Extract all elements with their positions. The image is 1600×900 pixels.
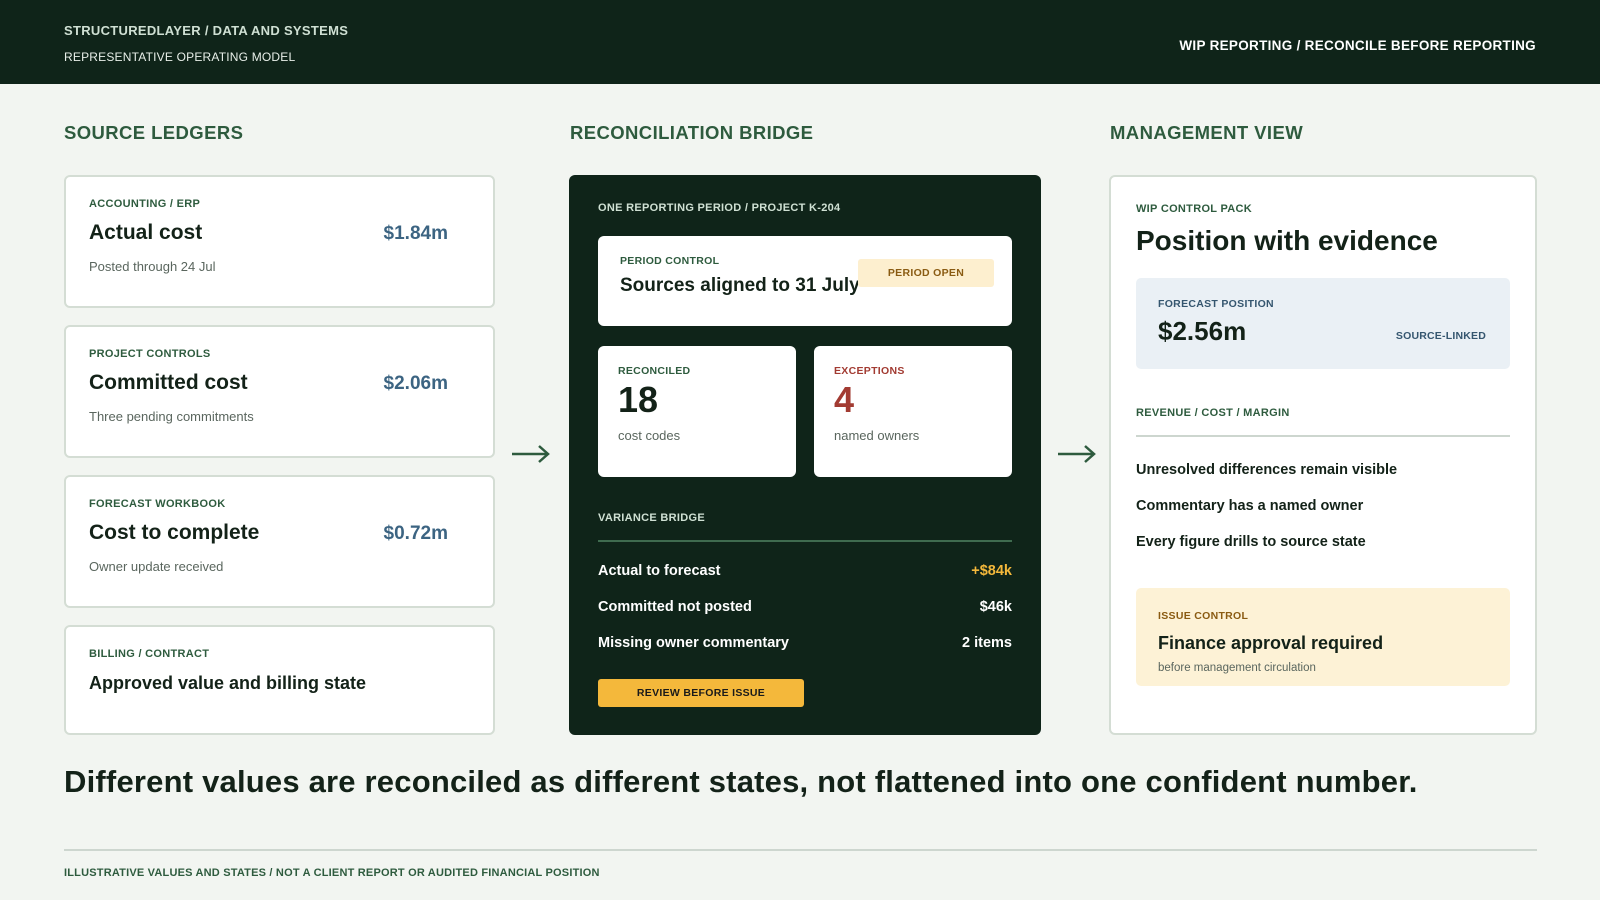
issue-control-title: Finance approval required bbox=[1158, 633, 1384, 653]
tagline: Different values are reconciled as diffe… bbox=[64, 764, 1418, 799]
brand-title: STRUCTUREDLAYER / DATA AND SYSTEMS bbox=[64, 23, 349, 38]
top-header: STRUCTUREDLAYER / DATA AND SYSTEMS REPRE… bbox=[0, 0, 1600, 84]
exceptions-card: EXCEPTIONS 4 named owners bbox=[814, 346, 1012, 477]
ledger-card-cost-to-complete: FORECAST WORKBOOK Cost to complete $0.72… bbox=[64, 475, 495, 608]
reconciliation-bridge-panel: ONE REPORTING PERIOD / PROJECT K-204 PER… bbox=[569, 175, 1041, 735]
issue-control-label: ISSUE CONTROL bbox=[1158, 610, 1249, 622]
ledger-category: PROJECT CONTROLS bbox=[89, 348, 211, 360]
variance-row: Actual to forecast +$84k bbox=[598, 563, 1012, 583]
variance-row-label: Committed not posted bbox=[598, 599, 752, 615]
issue-control-note: before management circulation bbox=[1158, 662, 1316, 674]
context-title: WIP REPORTING / RECONCILE BEFORE REPORTI… bbox=[1179, 38, 1536, 53]
period-control-title: Sources aligned to 31 July bbox=[620, 275, 860, 296]
variance-bridge-label: VARIANCE BRIDGE bbox=[598, 512, 705, 524]
principle-item: Commentary has a named owner bbox=[1136, 498, 1364, 514]
variance-row-value: $46k bbox=[979, 599, 1012, 615]
forecast-value: $2.56m bbox=[1158, 316, 1247, 346]
exceptions-caption: named owners bbox=[834, 428, 920, 443]
variance-row-label: Actual to forecast bbox=[598, 563, 721, 579]
reconciled-card: RECONCILED 18 cost codes bbox=[598, 346, 796, 477]
management-view-heading: MANAGEMENT VIEW bbox=[1110, 122, 1304, 143]
variance-row-value: 2 items bbox=[962, 635, 1012, 651]
ledger-name: Committed cost bbox=[89, 371, 248, 394]
variance-divider bbox=[598, 540, 1012, 542]
exceptions-count: 4 bbox=[834, 379, 855, 420]
reconciliation-bridge-heading: RECONCILIATION BRIDGE bbox=[570, 122, 814, 143]
principle-item: Every figure drills to source state bbox=[1136, 534, 1366, 550]
period-control-label: PERIOD CONTROL bbox=[620, 255, 720, 267]
ledger-card-actual-cost: ACCOUNTING / ERP Actual cost $1.84m Post… bbox=[64, 175, 495, 308]
rcm-divider bbox=[1136, 435, 1510, 437]
forecast-label: FORECAST POSITION bbox=[1158, 298, 1274, 310]
ledger-amount: $0.72m bbox=[383, 523, 448, 544]
variance-row: Missing owner commentary 2 items bbox=[598, 635, 1012, 655]
management-view-card: WIP CONTROL PACK Position with evidence … bbox=[1109, 175, 1537, 735]
source-ledgers-heading: SOURCE LEDGERS bbox=[64, 122, 244, 143]
ledger-note: Three pending commitments bbox=[89, 409, 254, 424]
reconciled-count: 18 bbox=[618, 379, 659, 420]
ledger-amount: $1.84m bbox=[383, 223, 448, 244]
ledger-name: Cost to complete bbox=[89, 521, 260, 544]
wip-pack-label: WIP CONTROL PACK bbox=[1136, 203, 1253, 215]
arrow-right-icon bbox=[1058, 445, 1096, 463]
revenue-cost-margin-label: REVENUE / COST / MARGIN bbox=[1136, 407, 1290, 419]
ledger-note: Owner update received bbox=[89, 559, 224, 574]
arrow-right-icon bbox=[512, 445, 550, 463]
review-before-issue-button[interactable]: REVIEW BEFORE ISSUE bbox=[598, 679, 804, 707]
ledger-name: Approved value and billing state bbox=[89, 673, 367, 693]
period-label: ONE REPORTING PERIOD / PROJECT K-204 bbox=[598, 202, 841, 214]
variance-row: Committed not posted $46k bbox=[598, 599, 1012, 619]
ledger-name: Actual cost bbox=[89, 221, 203, 244]
ledger-note: Posted through 24 Jul bbox=[89, 259, 216, 274]
issue-control-box: ISSUE CONTROL Finance approval required … bbox=[1136, 588, 1510, 686]
exceptions-label: EXCEPTIONS bbox=[834, 365, 905, 377]
reconciled-label: RECONCILED bbox=[618, 365, 691, 377]
principle-item: Unresolved differences remain visible bbox=[1136, 462, 1398, 478]
period-control-card: PERIOD CONTROL Sources aligned to 31 Jul… bbox=[598, 236, 1012, 326]
ledger-amount: $2.06m bbox=[383, 373, 448, 394]
footer-disclaimer: ILLUSTRATIVE VALUES AND STATES / NOT A C… bbox=[64, 867, 600, 879]
ledger-card-billing: BILLING / CONTRACT Approved value and bi… bbox=[64, 625, 495, 735]
period-status-badge: PERIOD OPEN bbox=[858, 259, 994, 287]
management-headline: Position with evidence bbox=[1136, 225, 1438, 256]
variance-row-value: +$84k bbox=[971, 563, 1012, 579]
ledger-category: ACCOUNTING / ERP bbox=[89, 198, 201, 210]
footer-divider bbox=[64, 849, 1537, 851]
ledger-category: BILLING / CONTRACT bbox=[89, 648, 210, 660]
ledger-category: FORECAST WORKBOOK bbox=[89, 498, 226, 510]
source-linked-tag: SOURCE-LINKED bbox=[1395, 330, 1486, 342]
reconciled-caption: cost codes bbox=[618, 428, 681, 443]
forecast-position-box: FORECAST POSITION $2.56m SOURCE-LINKED bbox=[1136, 278, 1510, 369]
brand-subtitle: REPRESENTATIVE OPERATING MODEL bbox=[64, 50, 296, 64]
variance-row-label: Missing owner commentary bbox=[598, 635, 789, 651]
ledger-card-committed-cost: PROJECT CONTROLS Committed cost $2.06m T… bbox=[64, 325, 495, 458]
